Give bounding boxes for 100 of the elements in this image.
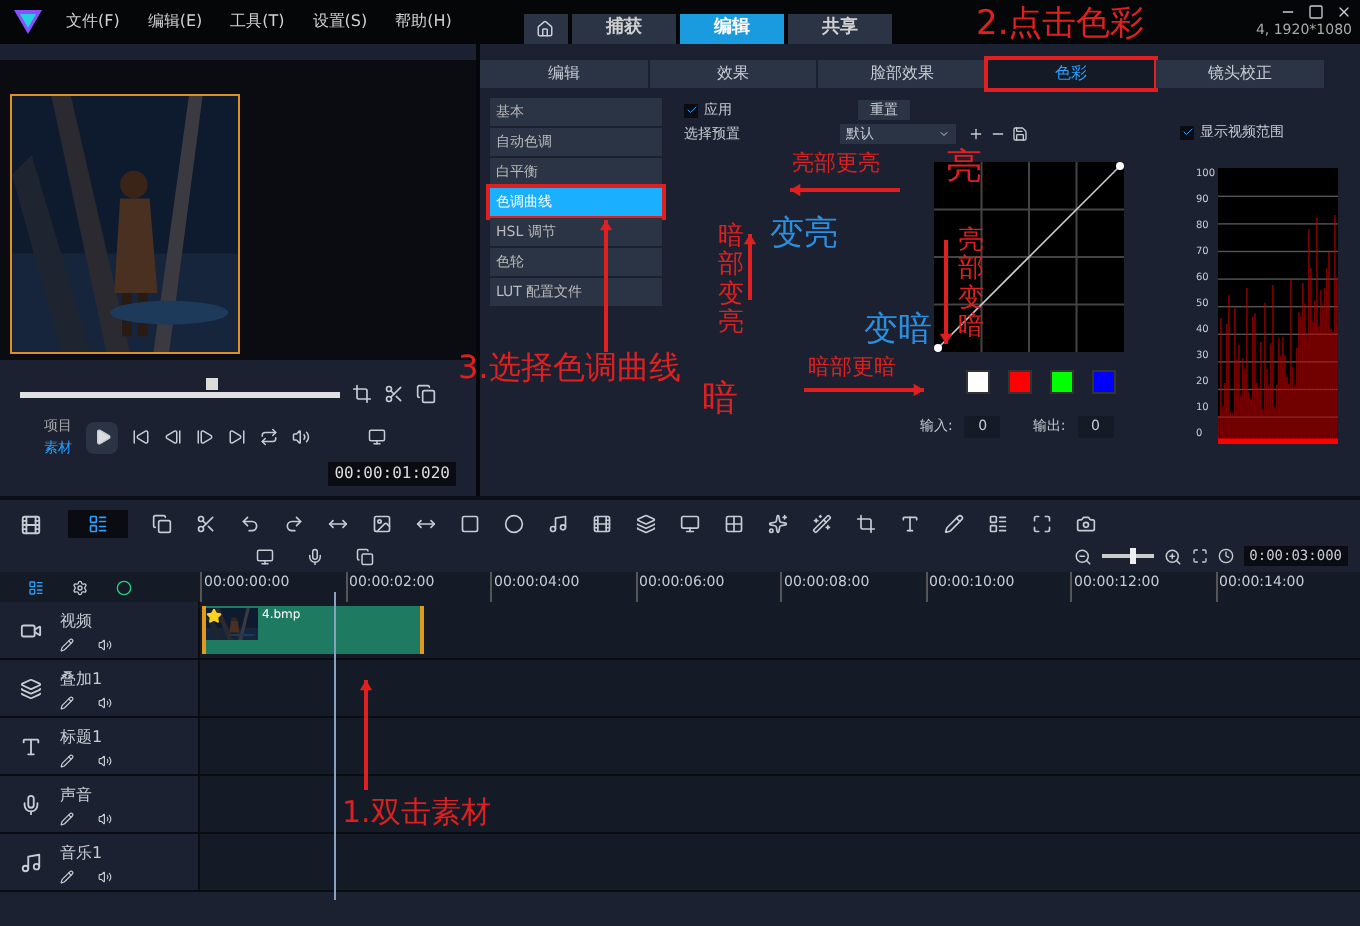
monitor-icon[interactable]	[256, 547, 274, 565]
apply-checkbox[interactable]	[684, 103, 698, 117]
pencil-icon[interactable]	[944, 514, 964, 534]
volume-icon[interactable]	[98, 811, 112, 825]
grid-icon[interactable]	[724, 514, 744, 534]
home-icon	[536, 20, 555, 38]
annotation: 变暗	[864, 312, 932, 350]
chevron-down-icon	[938, 128, 950, 140]
annotation: 亮部更亮	[792, 152, 880, 177]
scissors-icon[interactable]	[196, 514, 216, 534]
annotation: 变亮	[770, 216, 838, 254]
pencil-icon[interactable]	[60, 637, 74, 651]
channel-swatch[interactable]	[1008, 370, 1032, 394]
menu-item[interactable]: 编辑(E)	[147, 10, 203, 34]
track-name: 声音	[60, 783, 94, 807]
annotation: 1.双击素材	[342, 796, 491, 829]
frame-icon[interactable]	[460, 514, 480, 534]
annotation: 暗	[702, 380, 738, 420]
image-icon[interactable]	[372, 514, 392, 534]
channel-swatch[interactable]	[1050, 370, 1074, 394]
annotation: 暗部更暗	[808, 356, 896, 381]
copy-icon[interactable]	[356, 547, 374, 565]
volume-icon[interactable]	[98, 753, 112, 767]
close-icon[interactable]	[1336, 3, 1352, 20]
play-button[interactable]	[86, 421, 118, 453]
track-name: 叠加1	[60, 667, 105, 691]
storyboard-icon[interactable]	[20, 513, 42, 535]
menu-item[interactable]: 帮助(H)	[395, 10, 452, 34]
zoom-out-icon[interactable]	[1073, 547, 1092, 565]
audio-icon[interactable]	[548, 514, 568, 534]
list-icon[interactable]	[988, 514, 1008, 534]
film-icon[interactable]	[592, 514, 612, 534]
repeat-icon[interactable]	[260, 428, 278, 446]
disc-icon[interactable]	[504, 514, 524, 534]
fit-icon[interactable]	[1191, 548, 1208, 564]
maximize-icon[interactable]	[1308, 3, 1324, 20]
settings-icon[interactable]	[72, 579, 88, 595]
zoom-thumb[interactable]	[1130, 548, 1137, 564]
add-icon[interactable]	[968, 126, 984, 142]
step-forward-icon[interactable]	[196, 428, 214, 446]
effect-tab[interactable]: 编辑	[480, 60, 648, 88]
undo-icon[interactable]	[240, 514, 260, 534]
logo-icon	[14, 10, 42, 34]
skip-back-icon[interactable]	[132, 428, 150, 446]
scissors-icon[interactable]	[384, 384, 404, 404]
wand-icon[interactable]	[812, 514, 832, 534]
timecode-field[interactable]: 00:00:01:020	[328, 462, 456, 486]
track-manager-icon[interactable]	[28, 579, 44, 595]
step-back-icon[interactable]	[164, 428, 182, 446]
menu-item[interactable]: 文件(F)	[66, 10, 120, 34]
save-icon[interactable]	[1012, 126, 1028, 142]
text-icon[interactable]	[900, 514, 920, 534]
monitor-icon[interactable]	[368, 428, 386, 446]
redo-icon[interactable]	[284, 514, 304, 534]
pencil-icon[interactable]	[60, 811, 74, 825]
volume-icon[interactable]	[98, 695, 112, 709]
effect-tab[interactable]: 脸部效果	[818, 60, 986, 88]
workspace-tab[interactable]: 捕获	[571, 14, 676, 44]
maximize-icon[interactable]	[1032, 514, 1052, 534]
crop-icon[interactable]	[856, 514, 876, 534]
copy-icon[interactable]	[416, 384, 436, 404]
microphone-icon[interactable]	[306, 547, 324, 565]
layers-icon[interactable]	[636, 514, 656, 534]
annotation: 3.选择色调曲线	[458, 350, 681, 386]
video-icon	[19, 619, 41, 641]
layers-icon	[19, 677, 41, 699]
channel-swatch[interactable]	[966, 370, 990, 394]
monitor-icon[interactable]	[680, 514, 700, 534]
effect-tab[interactable]: 镜头校正	[1156, 60, 1324, 88]
menu-item[interactable]: 设置(S)	[312, 10, 368, 34]
play-icon	[93, 428, 111, 446]
timeline-view-button[interactable]	[68, 510, 128, 538]
marker-icon[interactable]	[116, 579, 132, 595]
microphone-icon	[19, 793, 41, 815]
pencil-icon[interactable]	[60, 753, 74, 767]
clock-icon[interactable]	[1217, 548, 1234, 564]
timeline-icon	[88, 514, 108, 534]
pencil-icon[interactable]	[60, 869, 74, 883]
channel-swatch[interactable]	[1092, 370, 1116, 394]
scope-checkbox[interactable]	[1180, 125, 1194, 140]
effect-tab[interactable]: 色彩	[987, 60, 1155, 88]
zoom-in-icon[interactable]	[1163, 547, 1182, 565]
skip-forward-icon[interactable]	[228, 428, 246, 446]
effect-tab[interactable]: 效果	[649, 60, 817, 88]
track-name: 音乐1	[60, 841, 105, 865]
track-name: 标题1	[60, 725, 105, 749]
home-tab[interactable]	[523, 14, 568, 44]
volume-icon[interactable]	[292, 428, 310, 446]
text-icon	[19, 735, 41, 757]
volume-icon[interactable]	[98, 869, 112, 883]
copy-icon[interactable]	[152, 514, 172, 534]
sparkle-icon[interactable]	[768, 514, 788, 534]
pencil-icon[interactable]	[60, 695, 74, 709]
fit-icon[interactable]	[328, 514, 348, 534]
annotation: 亮	[946, 148, 982, 188]
workspace-tab[interactable]: 共享	[787, 14, 892, 44]
volume-icon[interactable]	[98, 637, 112, 651]
menu-item[interactable]: 工具(T)	[230, 10, 285, 34]
scrub-thumb[interactable]	[206, 377, 218, 389]
camera-icon[interactable]	[1076, 514, 1096, 534]
